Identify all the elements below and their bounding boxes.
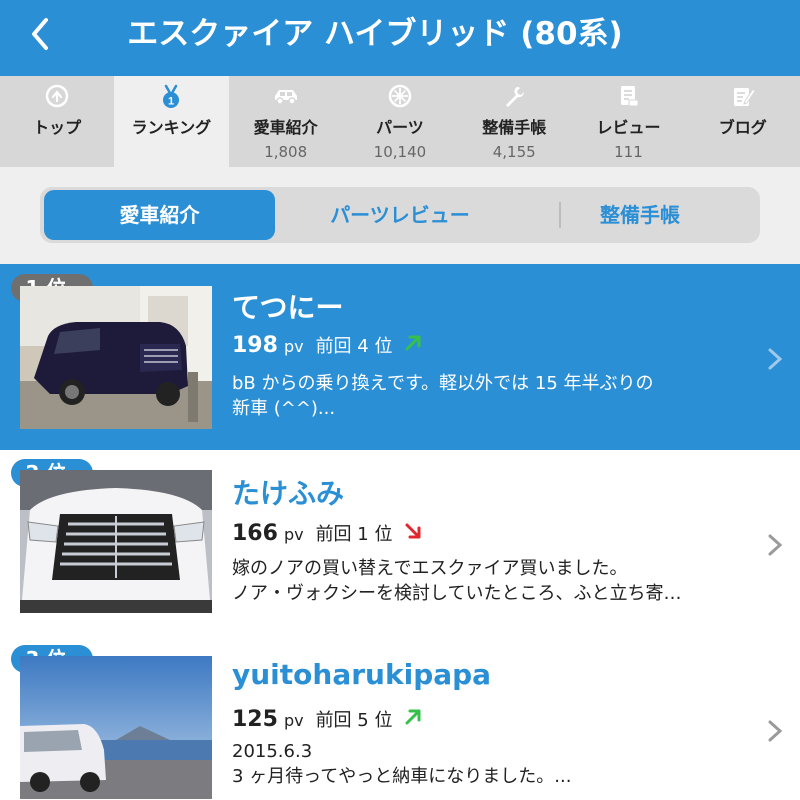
tab-label: ブログ [718, 118, 767, 137]
previous-rank: 前回 4 位 [315, 336, 393, 357]
description-line: 嫁のノアの買い替えでエスクァイア買いました。 [232, 558, 628, 579]
segment-area: 愛車紹介 パーツレビュー 整備手帳 [0, 167, 800, 264]
pv-unit: pv [283, 711, 304, 730]
ranking-item-3[interactable]: 3 位 yuitoharukipapa 125 pv 前回 5 位 [0, 636, 800, 800]
wheel-icon [388, 84, 412, 108]
tab-review[interactable]: レビュー 111 [571, 76, 685, 167]
wrench-icon [506, 87, 525, 107]
svg-text:1: 1 [168, 96, 174, 108]
item-description: 2015.6.3 3 ヶ月待ってやっと納車になりました。... [232, 739, 772, 789]
tab-parts[interactable]: パーツ 10,140 [343, 76, 457, 167]
previous-rank: 前回 1 位 [315, 524, 393, 545]
description-line: 2015.6.3 [232, 741, 313, 762]
description-line: 新車 (^^)... [232, 398, 336, 419]
ranking-item-2[interactable]: 2 位 たけふみ 166 pv 前回 1 位 嫁のノアの買い替えでエスクァイア買… [0, 450, 800, 636]
user-name-link[interactable]: yuitoharukipapa [232, 658, 491, 691]
pv-value: 125 [232, 707, 278, 732]
pv-value: 198 [232, 333, 278, 358]
chevron-right-icon [768, 534, 783, 556]
segment-parts-review[interactable]: パーツレビュー [280, 190, 520, 240]
tab-my-car[interactable]: 愛車紹介 1,808 [229, 76, 343, 167]
trend-up-arrow-icon [405, 709, 421, 725]
back-chevron-icon[interactable] [22, 14, 62, 54]
pv-unit: pv [283, 525, 304, 544]
rank-stats: 125 pv 前回 5 位 [232, 706, 422, 732]
item-description: bB からの乗り換えです。軽以外では 15 年半ぶりの 新車 (^^)... [232, 371, 772, 421]
item-description: 嫁のノアの買い替えでエスクァイア買いました。 ノア・ヴォクシーを検討していたとこ… [232, 556, 772, 606]
tab-label: ランキング [131, 118, 212, 137]
pv-unit: pv [283, 337, 304, 356]
tab-ranking[interactable]: 1 ランキング [114, 76, 229, 167]
car-thumbnail [20, 470, 212, 613]
rank-stats: 198 pv 前回 4 位 [232, 332, 422, 358]
tab-label: 整備手帳 [482, 118, 547, 137]
trend-up-arrow-icon [405, 335, 421, 351]
blog-icon [733, 88, 755, 106]
tab-count: 1,808 [264, 143, 308, 161]
description-line: 3 ヶ月待ってやっと納車になりました。... [232, 766, 572, 787]
home-icon [45, 84, 69, 108]
tab-blog[interactable]: ブログ [686, 76, 800, 167]
pv-value: 166 [232, 521, 278, 546]
trend-down-arrow-icon [405, 523, 421, 539]
ranking-item-1[interactable]: 1 位 てつにー 198 pv 前回 4 位 bB からの乗り換えです。軽以外で… [0, 264, 800, 450]
rank-stats: 166 pv 前回 1 位 [232, 520, 422, 546]
car-thumbnail [20, 286, 212, 429]
medal-icon: 1 [163, 84, 180, 108]
review-icon [621, 86, 639, 107]
user-name-link[interactable]: たけふみ [232, 472, 344, 512]
user-name-link[interactable]: てつにー [232, 286, 343, 326]
tab-label: レビュー [596, 118, 661, 137]
tab-count: 111 [614, 143, 643, 161]
chevron-right-icon [768, 348, 783, 370]
tab-maintenance[interactable]: 整備手帳 4,155 [457, 76, 571, 167]
segment-maintenance[interactable]: 整備手帳 [520, 190, 760, 240]
app-header: エスクァイア ハイブリッド (80系) [0, 0, 800, 76]
previous-rank: 前回 5 位 [315, 710, 393, 731]
segment-my-car[interactable]: 愛車紹介 [44, 190, 275, 240]
car-thumbnail [20, 656, 212, 799]
tab-label: トップ [33, 118, 82, 137]
tab-count: 10,140 [373, 143, 427, 161]
tab-count: 4,155 [492, 143, 536, 161]
car-icon [274, 90, 297, 105]
category-tabs: トップ 1 ランキング 愛車紹介 1,808 パーツ 10,140 整備手帳 4… [0, 76, 800, 167]
segment-control: 愛車紹介 パーツレビュー 整備手帳 [40, 187, 760, 243]
description-line: bB からの乗り換えです。軽以外では 15 年半ぶりの [232, 373, 654, 394]
tab-label: 愛車紹介 [253, 118, 318, 137]
tab-top[interactable]: トップ [0, 76, 114, 167]
tab-label: パーツ [376, 118, 424, 137]
description-line: ノア・ヴォクシーを検討していたところ、ふと立ち寄… [232, 583, 682, 604]
chevron-right-icon [768, 720, 783, 742]
page-title: エスクァイア ハイブリッド (80系) [127, 16, 623, 52]
